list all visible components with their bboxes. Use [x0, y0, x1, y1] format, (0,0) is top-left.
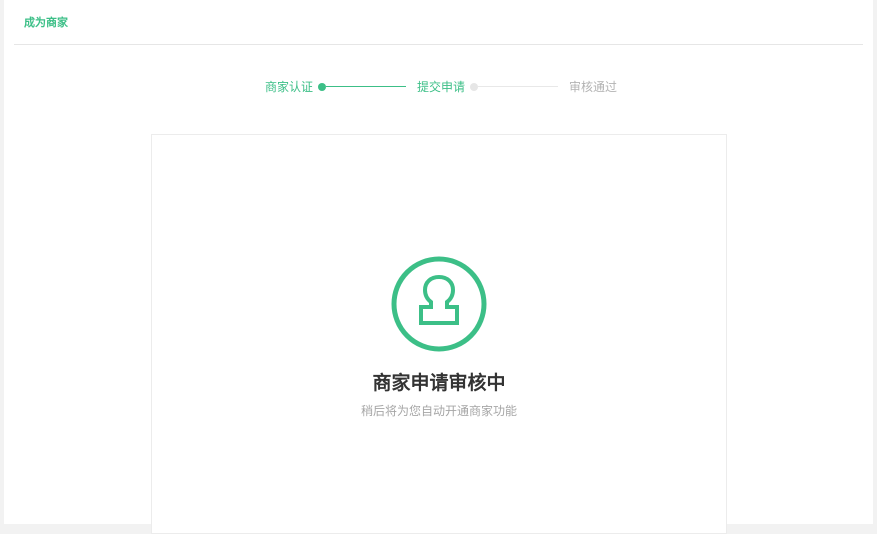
progress-steps: 商家认证 提交申请 审核通过	[4, 79, 873, 95]
status-card: 商家申请审核中 稍后将为您自动开通商家功能	[151, 134, 727, 534]
page-title: 成为商家	[24, 16, 68, 29]
page: 成为商家 商家认证 提交申请 审核通过 商家申请审核中 稍后将为您自动开通商家功…	[4, 0, 873, 534]
step-1-label: 商家认证	[265, 80, 314, 94]
step-1-connector	[326, 86, 406, 87]
status-description: 稍后将为您自动开通商家功能	[360, 404, 517, 418]
page-header: 成为商家	[14, 0, 863, 45]
step-2-connector	[478, 86, 558, 87]
stamp-icon	[391, 256, 487, 352]
step-2-dot	[470, 83, 478, 91]
status-title: 商家申请审核中	[372, 372, 506, 394]
step-3-label: 审核通过	[569, 80, 618, 94]
step-1-dot	[318, 83, 326, 91]
step-2-label: 提交申请	[417, 80, 466, 94]
